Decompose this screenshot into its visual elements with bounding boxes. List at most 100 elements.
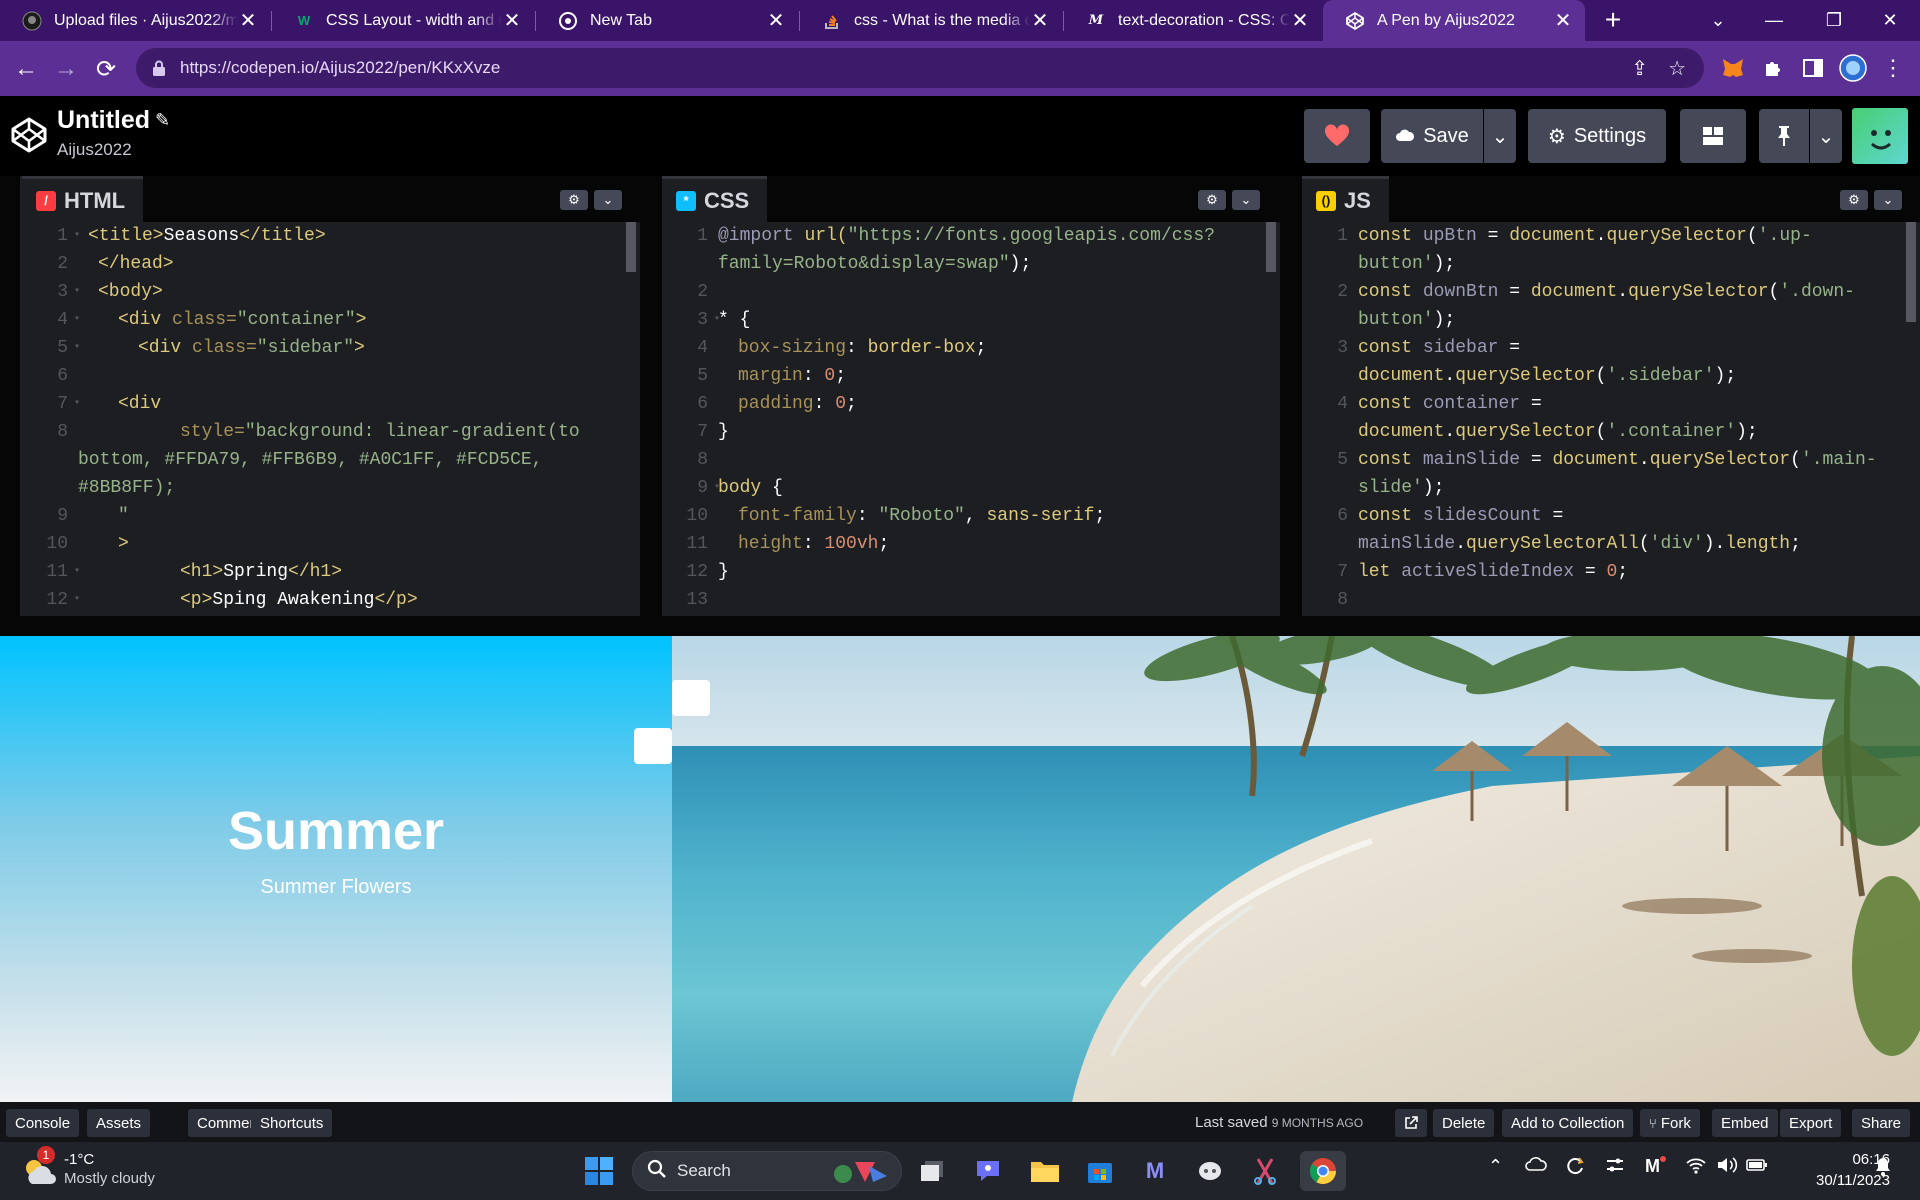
close-icon[interactable]: ✕	[1030, 8, 1050, 33]
code-line: }	[718, 562, 729, 582]
close-window-button[interactable]: ✕	[1862, 0, 1918, 41]
line-number: 6	[1337, 506, 1348, 526]
delete-button[interactable]: Delete	[1433, 1109, 1495, 1137]
close-icon[interactable]: ✕	[1290, 8, 1310, 33]
share-icon[interactable]: ⇪	[1631, 56, 1648, 81]
line-number: 7	[697, 422, 708, 442]
html-collapse-chevron-icon[interactable]: ⌄	[594, 190, 622, 210]
js-collapse-chevron-icon[interactable]: ⌄	[1874, 190, 1902, 210]
back-button[interactable]: ←	[10, 53, 42, 85]
tab-github-upload[interactable]: Upload files · Aijus2022/my ✕	[0, 0, 270, 41]
search-highlight-icon	[829, 1156, 891, 1193]
tab-mdn[interactable]: M text-decoration - CSS: Casc ✕	[1064, 0, 1322, 41]
close-icon[interactable]: ✕	[502, 8, 522, 33]
css-tab[interactable]: * CSS	[662, 176, 768, 222]
taskbar-search[interactable]: Search	[632, 1151, 902, 1191]
chrome-menu-icon[interactable]: ⋮	[1878, 53, 1908, 83]
css-editor[interactable]: * CSS ⚙ ⌄ 1 @import url("https://fonts.g…	[662, 176, 1280, 616]
user-avatar[interactable]	[1852, 108, 1908, 164]
tab-codepen-active[interactable]: A Pen by Aijus2022 ✕	[1323, 0, 1585, 41]
pen-author[interactable]: Aijus2022	[57, 140, 132, 160]
save-button[interactable]: Save	[1381, 109, 1483, 163]
line-number: 10	[46, 534, 68, 554]
slide-title: Summer	[227, 801, 445, 861]
windows-start-icon[interactable]	[579, 1151, 619, 1191]
settings-button[interactable]: ⚙ Settings	[1528, 109, 1666, 163]
new-tab-button[interactable]: +	[1598, 6, 1628, 36]
extensions-puzzle-icon[interactable]	[1758, 53, 1788, 83]
css-scrollbar[interactable]	[1266, 222, 1276, 272]
minimize-button[interactable]: —	[1746, 0, 1802, 41]
mdn-icon: M	[1088, 13, 1104, 28]
code-line: </head>	[98, 254, 174, 274]
console-button[interactable]: Console	[6, 1109, 80, 1137]
tab-new-tab[interactable]: New Tab ✕	[536, 0, 798, 41]
js-tab[interactable]: () JS	[1302, 176, 1389, 222]
onedrive-icon[interactable]	[1525, 1156, 1547, 1177]
js-scrollbar[interactable]	[1906, 222, 1916, 322]
export-button[interactable]: Export	[1780, 1109, 1842, 1137]
pin-dropdown-chevron-icon[interactable]: ⌄	[1810, 109, 1842, 163]
js-settings-gear-icon[interactable]: ⚙	[1840, 190, 1868, 210]
codepen-icon	[1345, 11, 1365, 31]
html-scrollbar[interactable]	[626, 222, 636, 272]
address-bar[interactable]: https://codepen.io/Aijus2022/pen/KKxXvze…	[136, 48, 1704, 88]
save-dropdown-chevron-icon[interactable]: ⌄	[1484, 109, 1516, 163]
snipping-tool-icon[interactable]	[1245, 1151, 1285, 1191]
codepen-logo-icon[interactable]	[10, 116, 48, 154]
love-button[interactable]	[1304, 109, 1370, 163]
shortcuts-button[interactable]: Shortcuts	[251, 1109, 333, 1137]
sync-icon[interactable]	[1565, 1156, 1585, 1181]
line-number: 10	[686, 506, 708, 526]
pin-button[interactable]	[1759, 109, 1809, 163]
js-editor[interactable]: () JS ⚙ ⌄ 1 const upBtn = document.query…	[1302, 176, 1920, 616]
metamask-extension-icon[interactable]	[1718, 53, 1748, 83]
close-icon[interactable]: ✕	[238, 8, 258, 33]
css-collapse-chevron-icon[interactable]: ⌄	[1232, 190, 1260, 210]
close-icon[interactable]: ✕	[766, 8, 786, 33]
chat-icon[interactable]	[968, 1151, 1008, 1191]
html-settings-gear-icon[interactable]: ⚙	[560, 190, 588, 210]
app-m-icon[interactable]: M	[1135, 1151, 1175, 1191]
open-external-icon[interactable]	[1395, 1109, 1427, 1137]
settings-sliders-icon[interactable]	[1605, 1156, 1625, 1179]
up-button[interactable]	[672, 680, 710, 716]
battery-icon[interactable]	[1746, 1156, 1768, 1177]
tab-w3schools[interactable]: W CSS Layout - width and max ✕	[272, 0, 534, 41]
reload-button[interactable]: ⟳	[90, 53, 122, 85]
close-icon[interactable]: ✕	[1553, 8, 1573, 33]
wifi-icon[interactable]	[1685, 1156, 1707, 1179]
chrome-taskbar-icon[interactable]	[1300, 1151, 1346, 1191]
weather-widget[interactable]: 1 -1°C Mostly cloudy	[22, 1146, 222, 1194]
html-editor[interactable]: / HTML ⚙ ⌄ 1 <title>Seasons</title> 2 </…	[22, 176, 640, 616]
forward-button[interactable]: →	[50, 53, 82, 85]
down-button[interactable]	[634, 728, 672, 764]
notification-bell-icon[interactable]	[1874, 1156, 1892, 1181]
app-chat-bubble-icon[interactable]	[1190, 1151, 1230, 1191]
embed-button[interactable]: Embed	[1712, 1109, 1778, 1137]
profile-avatar[interactable]	[1838, 53, 1868, 83]
add-to-collection-button[interactable]: Add to Collection	[1502, 1109, 1634, 1137]
pencil-edit-icon[interactable]: ✎	[155, 110, 170, 131]
code-line: <p>Sping Awakening</p>	[180, 590, 418, 610]
html-tab[interactable]: / HTML	[22, 176, 144, 222]
tab-stackoverflow[interactable]: css - What is the media que ✕	[800, 0, 1062, 41]
fork-button[interactable]: ⑂ Fork	[1640, 1109, 1700, 1137]
tray-chevron-up-icon[interactable]: ⌃	[1488, 1156, 1503, 1177]
volume-icon[interactable]	[1716, 1156, 1738, 1179]
css-settings-gear-icon[interactable]: ⚙	[1198, 190, 1226, 210]
tab-search-chevron-icon[interactable]: ⌄	[1690, 0, 1746, 41]
task-view-icon[interactable]	[912, 1151, 952, 1191]
preview-resize-handle[interactable]	[0, 616, 1920, 636]
bookmark-star-icon[interactable]: ☆	[1668, 56, 1686, 81]
maximize-button[interactable]: ❐	[1806, 0, 1862, 41]
gmail-tray-icon[interactable]: M	[1645, 1156, 1666, 1177]
side-panel-icon[interactable]	[1798, 53, 1828, 83]
assets-button[interactable]: Assets	[87, 1109, 151, 1137]
share-button[interactable]: Share	[1852, 1109, 1911, 1137]
preview-iframe[interactable]: Summer Summer Flowers	[0, 636, 1920, 1102]
file-explorer-icon[interactable]	[1025, 1151, 1065, 1191]
pen-title[interactable]: Untitled	[57, 106, 150, 135]
microsoft-store-icon[interactable]	[1080, 1151, 1120, 1191]
change-view-button[interactable]	[1680, 109, 1746, 163]
